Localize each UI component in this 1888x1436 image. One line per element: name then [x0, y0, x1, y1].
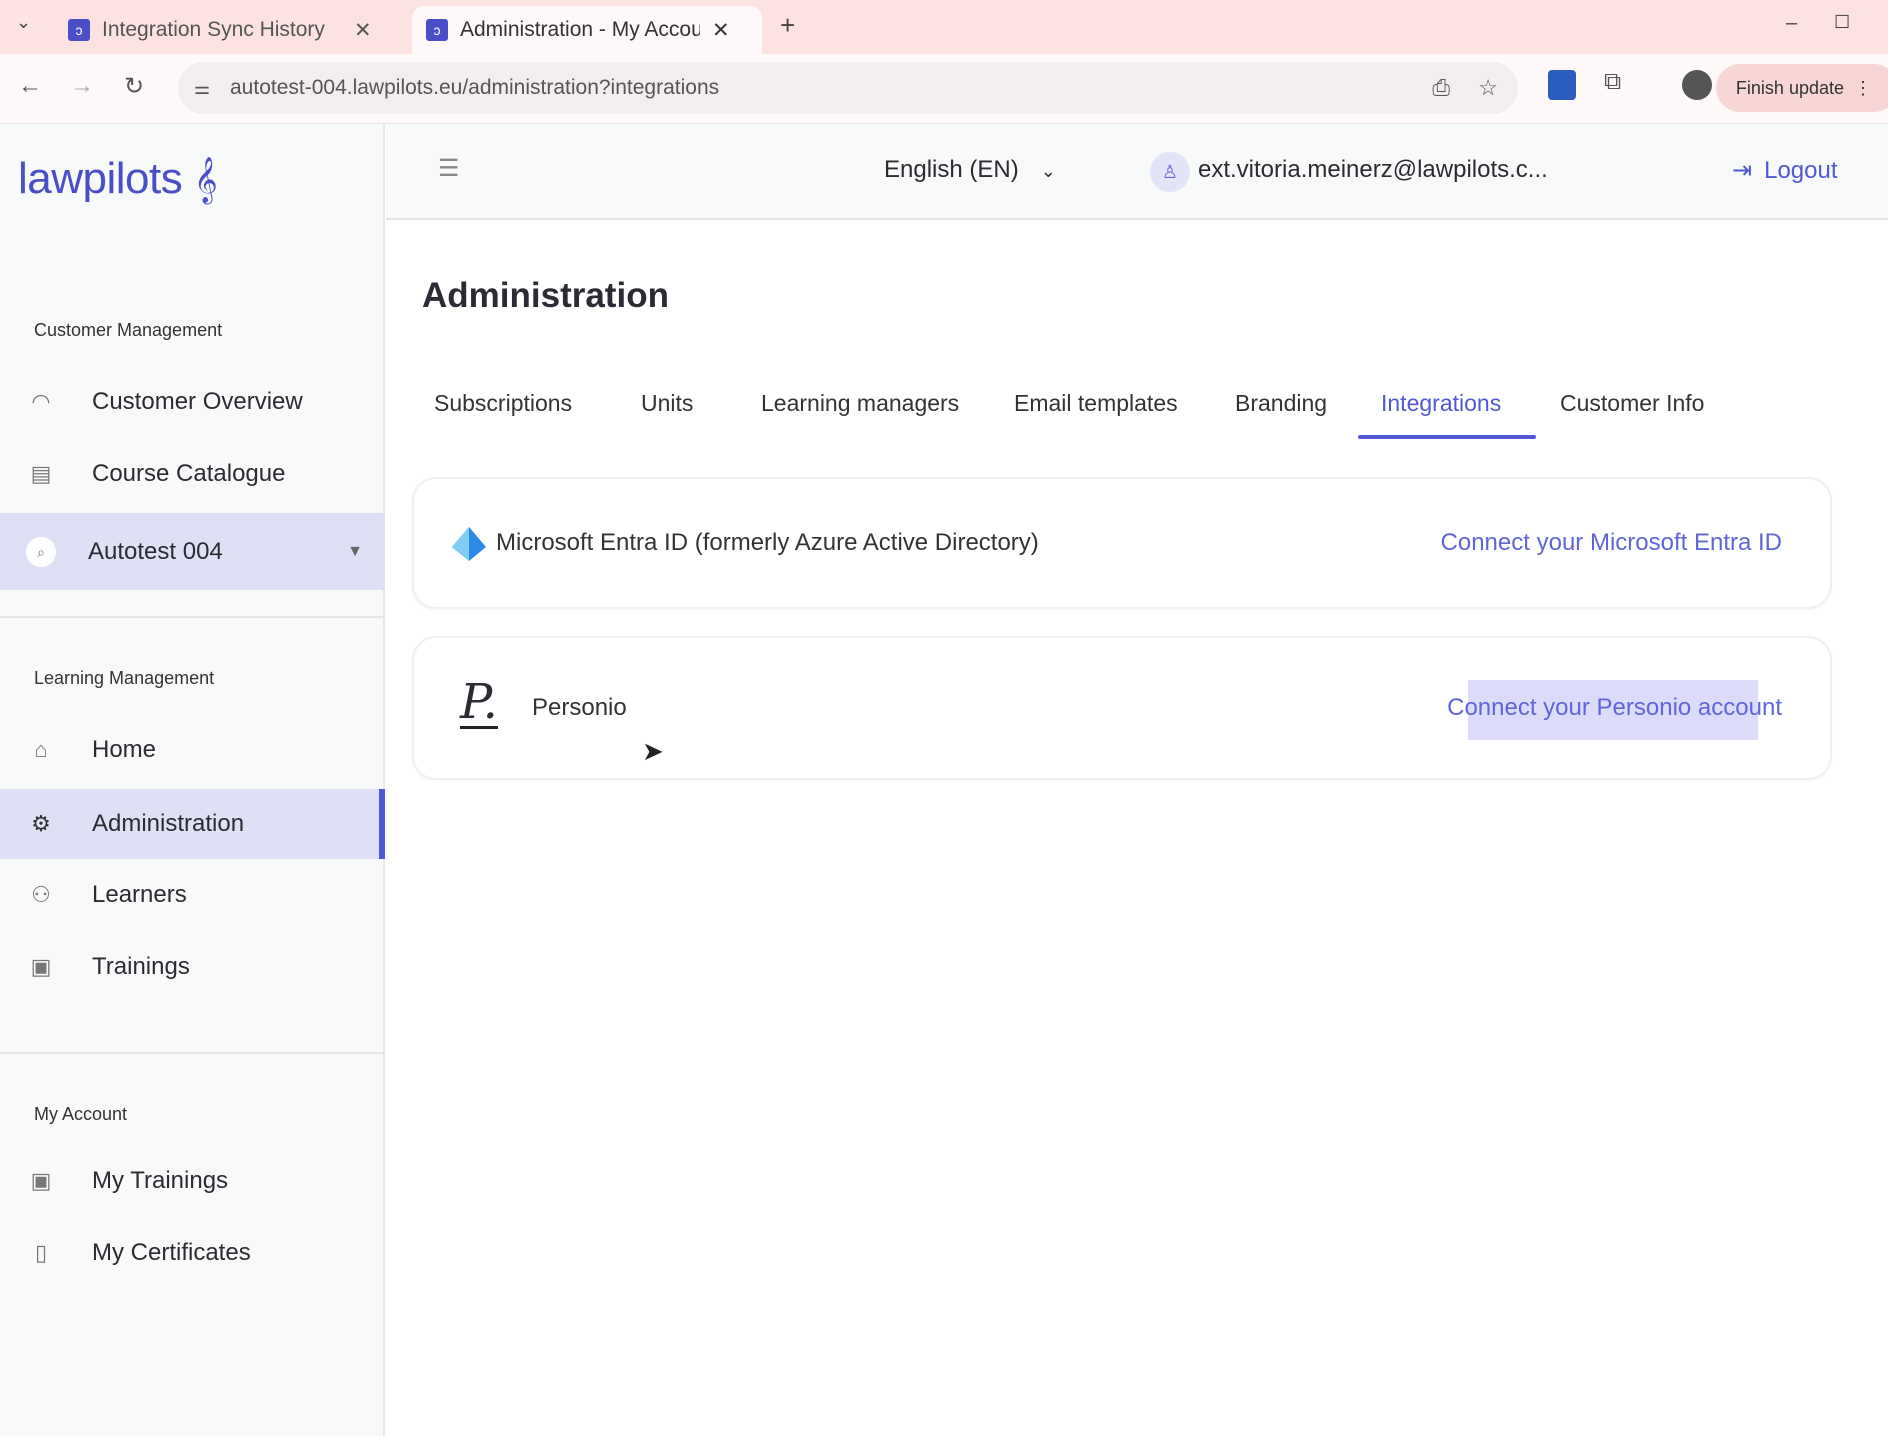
users-icon: ⚇	[31, 882, 51, 907]
favicon-icon: ↄ	[68, 19, 90, 41]
customer-selector[interactable]: ⌕ Autotest 004 ▼	[0, 513, 385, 590]
back-icon[interactable]: ←	[18, 72, 42, 100]
connect-entra-link[interactable]: Connect your Microsoft Entra ID	[1441, 529, 1782, 557]
logout-button[interactable]: ⇥ Logout	[1732, 156, 1838, 185]
page-title: Administration	[422, 276, 669, 315]
section-label-my-account: My Account	[34, 1104, 128, 1124]
integration-card-entra: Microsoft Entra ID (formerly Azure Activ…	[412, 477, 1832, 609]
integration-name: Personio	[532, 694, 627, 721]
install-icon[interactable]: ⎙	[1432, 75, 1450, 101]
sidebar-item-customer-overview[interactable]: ◠ Customer Overview	[0, 367, 385, 437]
language-selector[interactable]: English (EN) ⌄	[884, 156, 1056, 184]
browser-tab-sync-history[interactable]: ↄ Integration Sync History ✕	[54, 6, 386, 54]
training-icon: ▣	[30, 954, 52, 979]
sidebar-item-course-catalogue[interactable]: ▤ Course Catalogue	[0, 439, 385, 509]
address-bar[interactable]: ⚌ autotest-004.lawpilots.eu/administrati…	[178, 62, 1518, 114]
mouse-cursor-icon: ➤	[642, 736, 664, 766]
tab-subscriptions[interactable]: Subscriptions	[434, 390, 572, 417]
app-header: ☰ English (EN) ⌄ ♙ ext.vitoria.meinerz@la…	[386, 124, 1888, 220]
forward-icon[interactable]: →	[70, 72, 94, 100]
sidebar-item-my-certificates[interactable]: ▯ My Certificates	[0, 1218, 385, 1288]
close-tab-icon[interactable]: ✕	[712, 18, 730, 43]
minimize-icon[interactable]: –	[1786, 12, 1797, 35]
tab-email-templates[interactable]: Email templates	[1014, 390, 1178, 417]
user-email[interactable]: ext.vitoria.meinerz@lawpilots.c...	[1198, 156, 1548, 184]
tab-customer-info[interactable]: Customer Info	[1560, 390, 1704, 417]
site-settings-icon[interactable]: ⚌	[194, 78, 210, 99]
caret-down-icon: ▼	[347, 542, 363, 560]
collapse-sidebar-icon[interactable]: ☰	[438, 154, 460, 183]
training-icon: ▣	[30, 1168, 52, 1193]
reload-icon[interactable]: ↻	[124, 72, 144, 101]
browser-tab-administration[interactable]: ↄ Administration - My Account ✕	[412, 6, 762, 54]
active-tab-indicator	[1358, 435, 1536, 439]
tab-learning-managers[interactable]: Learning managers	[761, 390, 959, 417]
logout-icon: ⇥	[1732, 157, 1753, 184]
extensions-puzzle-icon[interactable]: ⧉	[1604, 68, 1621, 96]
browser-tab-bar: ⌄ ↄ Integration Sync History ✕ ↄ Adminis…	[0, 0, 1888, 54]
browser-toolbar: ← → ↻ ⚌ autotest-004.lawpilots.eu/admini…	[0, 54, 1888, 124]
sidebar-item-home[interactable]: ⌂ Home	[0, 715, 385, 785]
headset-icon: ◠	[31, 389, 51, 414]
catalogue-icon: ▤	[30, 461, 52, 486]
sidebar-divider	[0, 1052, 385, 1054]
sidebar-item-administration[interactable]: ⚙ Administration	[0, 789, 385, 859]
close-tab-icon[interactable]: ✕	[354, 18, 372, 43]
personio-logo-icon: P.	[460, 674, 498, 730]
more-menu-icon[interactable]: ⋮	[1854, 78, 1872, 99]
certificate-icon: ▯	[34, 1240, 48, 1265]
admin-icon: ⚙	[31, 811, 51, 836]
maximize-icon[interactable]: ☐	[1834, 12, 1850, 33]
section-label-learning-management: Learning Management	[34, 668, 215, 688]
tab-branding[interactable]: Branding	[1235, 390, 1327, 417]
new-tab-icon[interactable]: +	[780, 10, 795, 41]
integration-name: Microsoft Entra ID (formerly Azure Activ…	[496, 529, 1039, 556]
connect-personio-link[interactable]: Connect your Personio account	[1447, 694, 1782, 722]
tab-units[interactable]: Units	[641, 390, 693, 417]
integration-card-personio: P. Personio Connect your Personio accoun…	[412, 636, 1832, 780]
home-icon: ⌂	[34, 737, 48, 762]
sidebar-item-learners[interactable]: ⚇ Learners	[0, 860, 385, 930]
tab-integrations[interactable]: Integrations	[1381, 390, 1501, 417]
finish-update-button[interactable]: Finish update ⋮	[1715, 64, 1888, 112]
sidebar-divider	[0, 616, 385, 618]
bookmark-star-icon[interactable]: ☆	[1478, 75, 1498, 101]
profile-avatar-icon[interactable]	[1682, 70, 1712, 100]
lawpilots-logo[interactable]: lawpilots 𝄞	[18, 154, 218, 204]
search-icon: ⌕	[26, 536, 56, 567]
chevron-down-icon: ⌄	[1040, 161, 1056, 181]
sidebar-item-my-trainings[interactable]: ▣ My Trainings	[0, 1146, 385, 1216]
sidebar-item-trainings[interactable]: ▣ Trainings	[0, 932, 385, 1002]
user-avatar-icon[interactable]: ♙	[1150, 152, 1190, 192]
favicon-icon: ↄ	[426, 19, 448, 41]
extension-badge-icon[interactable]	[1548, 70, 1576, 100]
tab-list-chevron-icon[interactable]: ⌄	[16, 12, 31, 33]
microsoft-entra-icon	[452, 527, 486, 561]
section-label-customer-management: Customer Management	[34, 320, 223, 340]
